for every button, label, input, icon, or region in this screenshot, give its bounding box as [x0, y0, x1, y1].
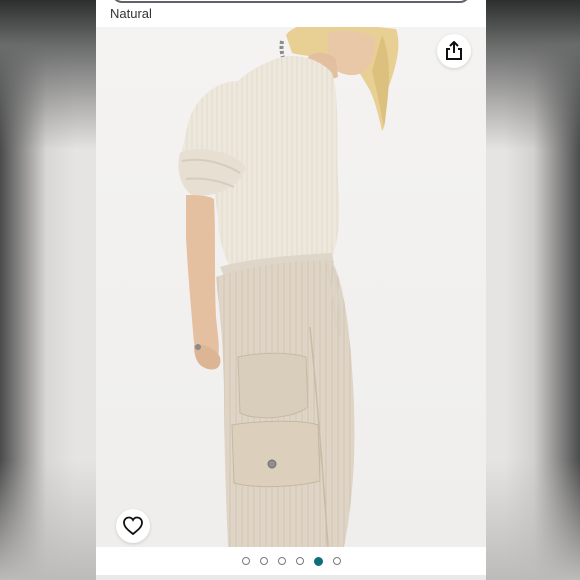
- carousel-dot[interactable]: [259, 557, 268, 565]
- carousel-dot[interactable]: [295, 557, 304, 565]
- search-bar[interactable]: [112, 0, 470, 3]
- carousel-dot[interactable]: [277, 557, 286, 565]
- favorite-button[interactable]: [116, 509, 150, 543]
- heart-outline-icon: [123, 516, 143, 536]
- bottom-divider: [96, 575, 486, 580]
- carousel-dot-active[interactable]: [313, 556, 323, 566]
- carousel-dot[interactable]: [332, 557, 341, 565]
- top-bar: Natural: [96, 0, 486, 27]
- carousel-dot[interactable]: [241, 557, 250, 565]
- product-image-carousel[interactable]: [96, 27, 486, 547]
- carousel-indicator: [96, 547, 486, 575]
- color-label: Natural: [110, 6, 152, 21]
- share-button[interactable]: [437, 34, 471, 68]
- product-image-panel: Natural: [96, 0, 486, 580]
- share-icon: [446, 41, 462, 60]
- product-photo: [96, 27, 486, 547]
